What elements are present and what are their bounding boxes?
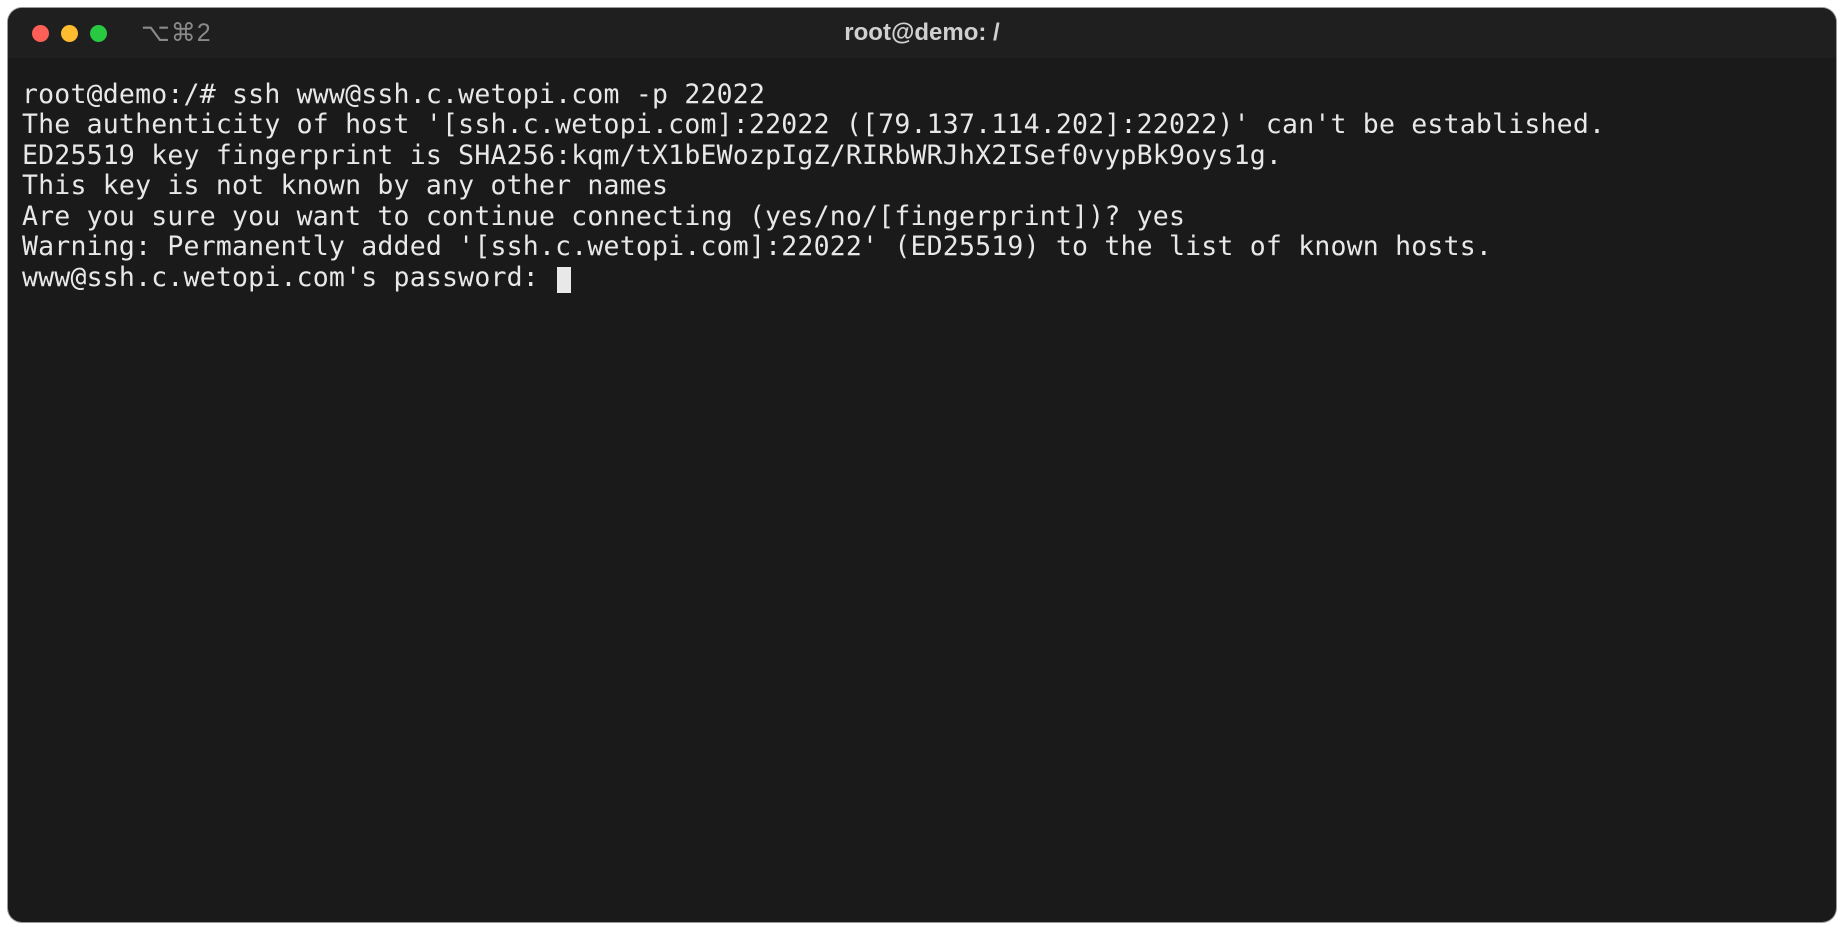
traffic-lights <box>8 25 107 42</box>
terminal-line: www@ssh.c.wetopi.com's password: <box>22 263 1822 293</box>
terminal-line: ED25519 key fingerprint is SHA256:kqm/tX… <box>22 141 1822 171</box>
titlebar-shortcut: ⌥⌘2 <box>141 18 212 48</box>
close-button[interactable] <box>32 25 49 42</box>
password-prompt: www@ssh.c.wetopi.com's password: <box>22 262 555 293</box>
terminal-line: root@demo:/# ssh www@ssh.c.wetopi.com -p… <box>22 80 1822 110</box>
cursor-icon <box>557 267 571 293</box>
window-title: root@demo: / <box>844 19 999 47</box>
maximize-button[interactable] <box>90 25 107 42</box>
terminal-line: Are you sure you want to continue connec… <box>22 202 1822 232</box>
terminal-line: Warning: Permanently added '[ssh.c.wetop… <box>22 232 1822 262</box>
minimize-button[interactable] <box>61 25 78 42</box>
titlebar: ⌥⌘2 root@demo: / <box>8 8 1836 58</box>
terminal-line: The authenticity of host '[ssh.c.wetopi.… <box>22 110 1822 140</box>
terminal-line: This key is not known by any other names <box>22 171 1822 201</box>
terminal-body[interactable]: root@demo:/# ssh www@ssh.c.wetopi.com -p… <box>8 58 1836 922</box>
terminal-window: ⌥⌘2 root@demo: / root@demo:/# ssh www@ss… <box>8 8 1836 922</box>
